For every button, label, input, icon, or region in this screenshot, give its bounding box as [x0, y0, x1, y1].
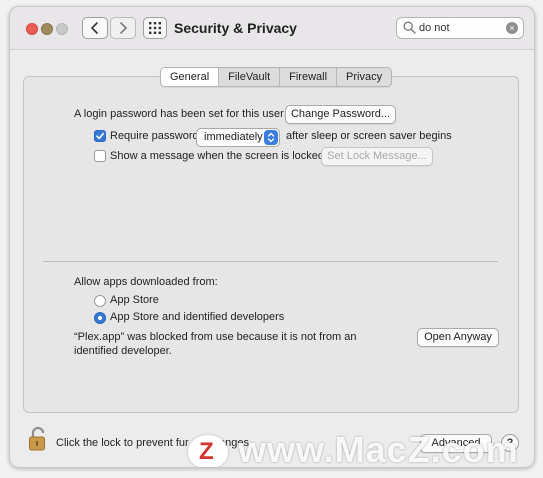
show-all-button[interactable]: [143, 17, 167, 39]
watermark: Z www.MacZ.com: [188, 429, 519, 468]
back-button[interactable]: [82, 17, 108, 39]
forward-chevron-icon: [120, 22, 128, 34]
back-chevron-icon: [90, 22, 98, 34]
lock-hint-text-start: Click the lock to prevent fur: [56, 437, 189, 449]
radio-identified-developers-label: App Store and identified developers: [110, 311, 285, 323]
show-message-checkbox[interactable]: [94, 150, 106, 162]
watermark-text: www.MacZ.com: [238, 429, 519, 468]
watermark-logo-letter: Z: [199, 438, 214, 465]
clear-icon[interactable]: ×: [506, 22, 518, 34]
search-input[interactable]: [419, 20, 499, 36]
search-field[interactable]: ×: [396, 17, 524, 39]
require-password-checkbox[interactable]: [94, 130, 106, 142]
forward-button[interactable]: [110, 17, 136, 39]
show-message-label: Show a message when the screen is locked: [110, 150, 325, 162]
preferences-window: Security & Privacy × General FileVault F…: [9, 6, 535, 468]
blocked-app-text-line2: identified developer.: [74, 345, 172, 357]
checkmark-icon: [96, 132, 104, 140]
tab-general[interactable]: General: [161, 68, 220, 86]
blocked-app-text-line1: “Plex.app” was blocked from use because …: [74, 331, 357, 343]
window-title: Security & Privacy: [174, 20, 297, 36]
grid-icon: [149, 22, 161, 34]
popup-arrows-icon: [264, 130, 278, 145]
settings-panel: [23, 76, 519, 413]
lock-icon[interactable]: [28, 426, 48, 452]
open-anyway-button[interactable]: Open Anyway: [417, 328, 499, 347]
tab-filevault[interactable]: FileVault: [219, 68, 281, 86]
title-bar: Security & Privacy ×: [10, 7, 534, 50]
tab-firewall[interactable]: Firewall: [280, 68, 338, 86]
close-button[interactable]: [26, 23, 38, 35]
tab-privacy[interactable]: Privacy: [337, 68, 391, 86]
minimize-button[interactable]: [41, 23, 53, 35]
section-divider: [43, 261, 498, 262]
search-icon: [403, 21, 416, 34]
require-password-label: Require password: [110, 130, 199, 142]
radio-app-store[interactable]: [94, 295, 106, 307]
watermark-logo: Z: [188, 435, 228, 467]
radio-app-store-label: App Store: [110, 294, 159, 306]
popup-value: immediately: [204, 131, 263, 143]
radio-identified-developers[interactable]: [94, 312, 106, 324]
allow-apps-heading: Allow apps downloaded from:: [74, 276, 218, 288]
change-password-button[interactable]: Change Password...: [285, 105, 396, 124]
login-password-text: A login password has been set for this u…: [74, 108, 284, 120]
after-sleep-text: after sleep or screen saver begins: [286, 130, 452, 142]
set-lock-message-button[interactable]: Set Lock Message...: [321, 147, 433, 166]
lock-hint-text: Click the lock to prevent fur: [56, 437, 189, 449]
tab-bar: General FileVault Firewall Privacy: [160, 67, 393, 87]
zoom-button[interactable]: [56, 23, 68, 35]
require-password-popup[interactable]: immediately: [196, 128, 280, 147]
